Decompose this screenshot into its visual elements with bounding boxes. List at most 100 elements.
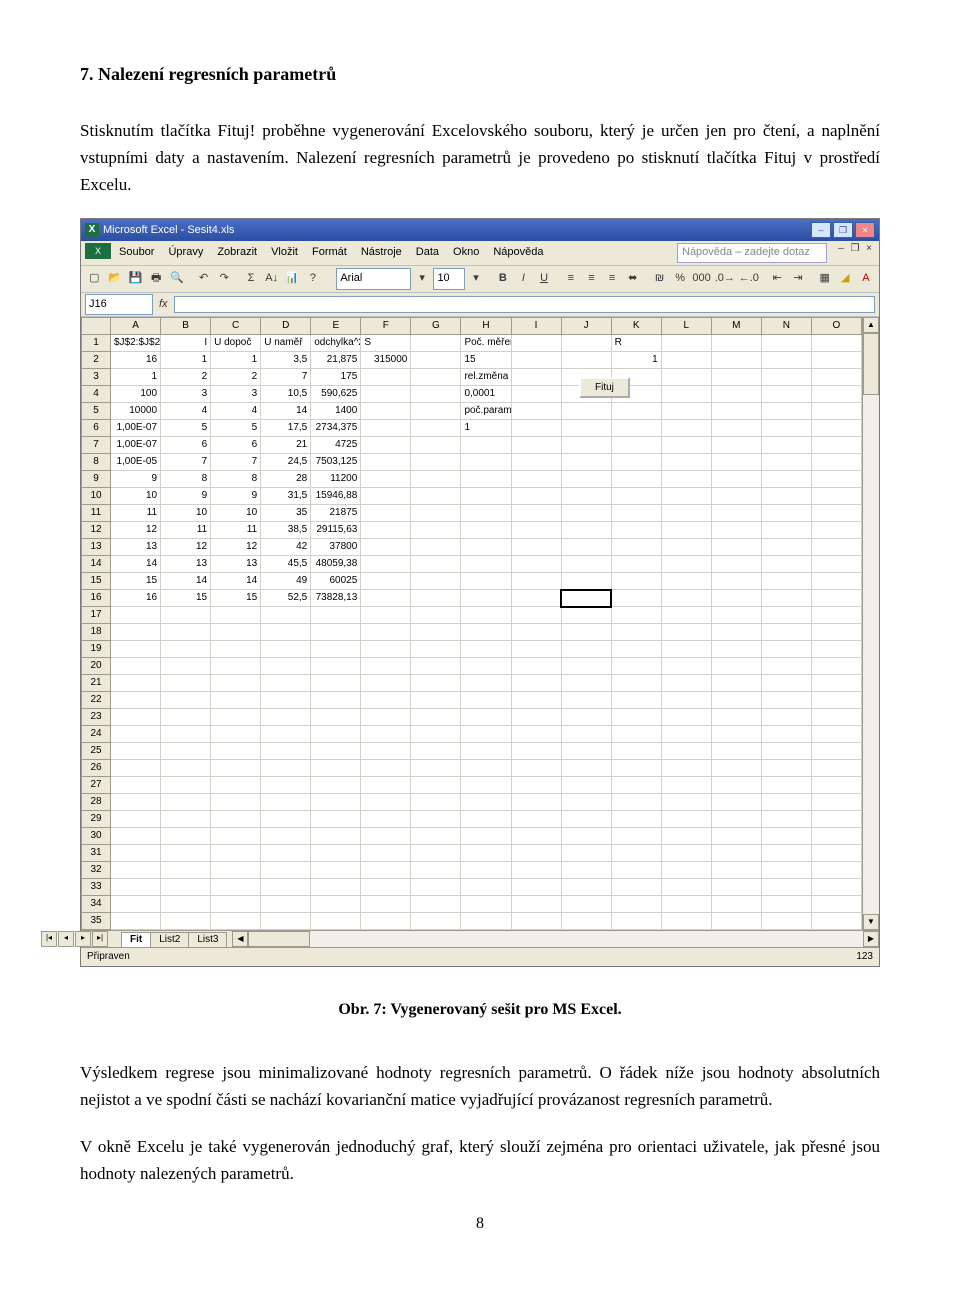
cell[interactable] <box>761 590 811 607</box>
cell[interactable] <box>611 811 661 828</box>
cell[interactable] <box>111 624 161 641</box>
bold-button[interactable]: B <box>493 269 512 289</box>
cell[interactable] <box>311 896 361 913</box>
cell[interactable] <box>811 862 861 879</box>
cell[interactable] <box>761 726 811 743</box>
cell[interactable] <box>361 539 411 556</box>
cell[interactable] <box>761 607 811 624</box>
cell[interactable] <box>211 811 261 828</box>
cell[interactable] <box>511 845 561 862</box>
cell[interactable]: 10 <box>111 488 161 505</box>
cell[interactable] <box>611 658 661 675</box>
cell[interactable]: 13 <box>161 556 211 573</box>
cell[interactable]: 5 <box>211 420 261 437</box>
cell[interactable] <box>161 862 211 879</box>
cell[interactable] <box>311 845 361 862</box>
cell[interactable] <box>261 641 311 658</box>
cell[interactable] <box>361 641 411 658</box>
cell[interactable] <box>361 811 411 828</box>
cell[interactable] <box>411 624 461 641</box>
cell[interactable] <box>811 794 861 811</box>
cell[interactable]: 1400 <box>311 403 361 420</box>
cell[interactable] <box>711 607 761 624</box>
underline-button[interactable]: U <box>535 269 554 289</box>
doc-close-button[interactable]: × <box>863 243 875 255</box>
cell[interactable] <box>261 913 311 930</box>
cell[interactable] <box>461 692 511 709</box>
cell[interactable] <box>461 505 511 522</box>
cell[interactable] <box>561 420 611 437</box>
col-header[interactable]: B <box>161 318 211 335</box>
cell[interactable] <box>611 709 661 726</box>
cell[interactable] <box>111 607 161 624</box>
cell[interactable] <box>711 641 761 658</box>
cell[interactable] <box>311 794 361 811</box>
cell[interactable] <box>211 641 261 658</box>
cell[interactable] <box>461 879 511 896</box>
cell[interactable] <box>661 624 711 641</box>
cell[interactable] <box>511 794 561 811</box>
cell[interactable] <box>811 386 861 403</box>
thousands-icon[interactable]: 000 <box>691 269 711 289</box>
cell[interactable]: 9 <box>211 488 261 505</box>
cell[interactable] <box>711 845 761 862</box>
cell[interactable] <box>161 624 211 641</box>
cell[interactable] <box>461 709 511 726</box>
cell[interactable] <box>761 573 811 590</box>
cell[interactable]: 28 <box>261 471 311 488</box>
cell[interactable] <box>611 845 661 862</box>
cell[interactable]: 7 <box>211 454 261 471</box>
cell[interactable] <box>511 624 561 641</box>
cell[interactable] <box>811 896 861 913</box>
cell[interactable] <box>411 913 461 930</box>
cell[interactable] <box>561 692 611 709</box>
borders-icon[interactable]: ▦ <box>815 269 834 289</box>
cell[interactable] <box>461 607 511 624</box>
cell[interactable] <box>461 437 511 454</box>
cell[interactable]: 21 <box>261 437 311 454</box>
cell[interactable] <box>261 896 311 913</box>
cell[interactable] <box>211 828 261 845</box>
cell[interactable] <box>361 471 411 488</box>
cell[interactable] <box>111 845 161 862</box>
cell[interactable] <box>111 879 161 896</box>
cell[interactable]: 1 <box>161 352 211 369</box>
sheet-tab-list3[interactable]: List3 <box>188 932 227 947</box>
row-header[interactable]: 10 <box>82 488 111 505</box>
cell[interactable] <box>511 862 561 879</box>
tab-first-icon[interactable]: |◂ <box>41 931 57 947</box>
cell[interactable] <box>561 913 611 930</box>
row-header[interactable]: 26 <box>82 760 111 777</box>
cell[interactable]: 11 <box>211 522 261 539</box>
cell[interactable] <box>211 624 261 641</box>
cell[interactable] <box>161 709 211 726</box>
cell[interactable] <box>411 386 461 403</box>
tab-prev-icon[interactable]: ◂ <box>58 931 74 947</box>
cell[interactable] <box>461 811 511 828</box>
cell[interactable] <box>161 896 211 913</box>
col-header[interactable]: J <box>561 318 611 335</box>
cell[interactable] <box>411 539 461 556</box>
cell[interactable] <box>511 488 561 505</box>
cell[interactable] <box>361 760 411 777</box>
cell[interactable] <box>661 828 711 845</box>
cell[interactable] <box>511 505 561 522</box>
cell[interactable] <box>461 828 511 845</box>
col-header[interactable]: L <box>661 318 711 335</box>
doc-restore-button[interactable]: ❐ <box>849 243 861 255</box>
cell[interactable] <box>261 777 311 794</box>
cell[interactable] <box>261 692 311 709</box>
cell[interactable] <box>661 454 711 471</box>
formula-bar[interactable] <box>174 296 875 313</box>
cell[interactable] <box>361 607 411 624</box>
cell[interactable]: 3 <box>161 386 211 403</box>
cell[interactable] <box>611 777 661 794</box>
cell[interactable] <box>361 556 411 573</box>
cell[interactable] <box>761 505 811 522</box>
cell[interactable] <box>511 692 561 709</box>
preview-icon[interactable]: 🔍 <box>168 269 187 289</box>
cell[interactable] <box>811 607 861 624</box>
cell[interactable] <box>611 505 661 522</box>
cell[interactable] <box>811 403 861 420</box>
cell[interactable] <box>711 879 761 896</box>
